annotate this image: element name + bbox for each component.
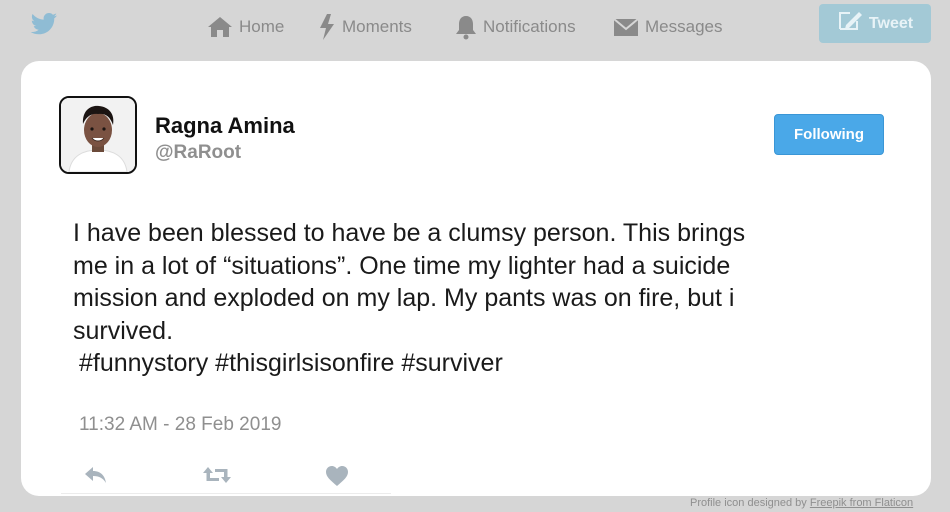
nav-moments[interactable]: Moments: [318, 12, 412, 42]
following-button[interactable]: Following: [774, 114, 884, 155]
compose-icon: [837, 9, 863, 38]
tweet-card: Ragna Amina @RaRoot Following I have bee…: [21, 61, 931, 496]
reply-icon[interactable]: [83, 465, 109, 490]
profile-handle[interactable]: @RaRoot: [155, 142, 241, 164]
nav-home-label: Home: [239, 17, 285, 36]
nav-notifications-label: Notifications: [483, 17, 576, 36]
tweet-text-line: survived.: [73, 316, 174, 345]
retweet-icon[interactable]: [201, 465, 233, 490]
nav-home[interactable]: Home: [207, 12, 284, 42]
attribution-link[interactable]: Freepik from Flaticon: [810, 497, 913, 509]
tweet-text-line: me in a lot of “situations”. One time my…: [73, 251, 731, 280]
nav-messages-label: Messages: [645, 17, 723, 36]
like-heart-icon[interactable]: [325, 465, 349, 492]
compose-tweet-button[interactable]: Tweet: [819, 4, 931, 43]
nav-moments-label: Moments: [342, 17, 412, 36]
tweet-hashtags[interactable]: #funnystory #thisgirlsisonfire #surviver: [73, 347, 843, 380]
tweet-text-line: I have been blessed to have be a clumsy …: [73, 219, 746, 247]
moments-bolt-icon: [318, 14, 336, 40]
attribution-prefix: Profile icon designed by: [690, 497, 810, 509]
actions-divider: [61, 493, 391, 494]
avatar[interactable]: [59, 96, 137, 174]
compose-tweet-label: Tweet: [868, 14, 914, 32]
profile-name[interactable]: Ragna Amina: [155, 113, 295, 139]
icon-attribution: Profile icon designed by Freepik from Fl…: [690, 497, 913, 509]
home-icon: [207, 16, 233, 38]
tweet-text: I have been blessed to have be a clumsy …: [73, 217, 843, 380]
tweet-text-line: mission and exploded on my lap. My pants…: [73, 284, 735, 312]
notifications-bell-icon: [455, 14, 477, 40]
nav-messages[interactable]: Messages: [613, 12, 722, 42]
twitter-bird-icon[interactable]: [30, 12, 58, 36]
tweet-timestamp[interactable]: 11:32 AM - 28 Feb 2019: [79, 414, 281, 436]
top-navigation: Home Moments Notifications Messages Twee…: [0, 0, 950, 55]
messages-envelope-icon: [613, 16, 639, 38]
nav-notifications[interactable]: Notifications: [455, 12, 576, 42]
